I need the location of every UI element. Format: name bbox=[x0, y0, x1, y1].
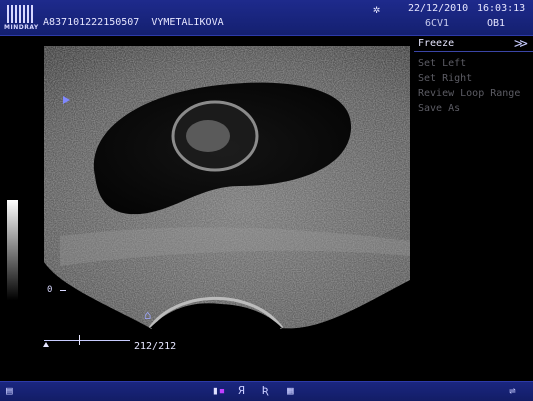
r-icon[interactable]: Ʀ bbox=[262, 384, 269, 397]
header-bar: MINDRAY A837101222150507 VYMETALIKOVA ✲ … bbox=[0, 0, 533, 36]
brightness-icon: ✲ bbox=[373, 2, 381, 16]
mindray-logo: MINDRAY bbox=[4, 3, 38, 31]
document-icon[interactable]: ▦ bbox=[287, 384, 294, 397]
depth-tick bbox=[60, 290, 66, 291]
exam-time: 16:03:13 bbox=[477, 3, 526, 14]
depth-zero-label: 0 bbox=[47, 285, 53, 295]
cine-menu: Freeze >> Set Left Set Right Review Loop… bbox=[414, 36, 533, 276]
cine-progress-bar[interactable] bbox=[43, 335, 130, 349]
menu-item-set-right[interactable]: Set Right bbox=[418, 73, 472, 84]
frame-counter: 212/212 bbox=[134, 341, 177, 352]
menu-item-freeze[interactable]: Freeze bbox=[418, 38, 454, 49]
status-bar: ▤ ▮▪ Я Ʀ ▦ ⇌ bbox=[0, 381, 533, 401]
body-mark-icon: ⌂ bbox=[144, 308, 152, 322]
logo-barcode-icon bbox=[7, 5, 35, 23]
menu-divider bbox=[414, 51, 533, 52]
color-map-icon[interactable]: ▮▪ bbox=[212, 384, 225, 397]
menu-item-set-left[interactable]: Set Left bbox=[418, 58, 466, 69]
cine-track bbox=[44, 340, 130, 341]
menu-item-review-loop-range[interactable]: Review Loop Range bbox=[418, 88, 520, 99]
exam-date: 22/12/2010 bbox=[408, 3, 469, 14]
menu-item-save-as[interactable]: Save As bbox=[418, 103, 460, 114]
display-icon[interactable]: ▤ bbox=[6, 384, 13, 397]
logo-text: MINDRAY bbox=[4, 24, 39, 31]
cine-position-marker[interactable] bbox=[79, 335, 80, 345]
usb-icon: ⇌ bbox=[509, 384, 516, 397]
patient-info: A837101222150507 VYMETALIKOVA bbox=[43, 17, 224, 28]
grayscale-bar bbox=[7, 200, 18, 300]
exam-preset: OB1 bbox=[487, 18, 506, 29]
r-mirror-icon[interactable]: Я bbox=[238, 384, 245, 397]
probe-label: 6CV1 bbox=[425, 18, 450, 29]
double-chevron-right-icon[interactable]: >> bbox=[514, 36, 528, 52]
cine-start-triangle-icon bbox=[43, 342, 49, 347]
